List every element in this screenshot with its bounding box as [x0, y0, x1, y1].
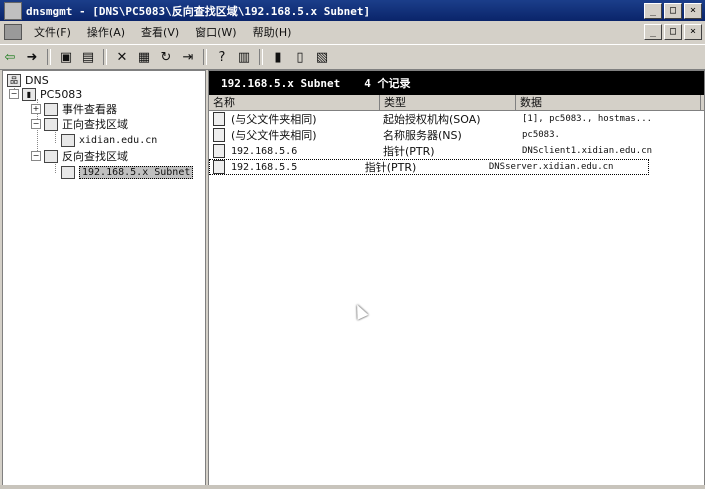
tree-label: 正向查找区域 [62, 118, 128, 131]
collapse-icon[interactable]: − [31, 119, 41, 129]
tree-item-reverse-zones[interactable]: − 反向查找区域 [31, 149, 128, 163]
column-headers: 名称 类型 数据 [209, 95, 704, 111]
record-type: 指针(PTR) [383, 145, 435, 158]
tree-label: DNS [25, 73, 49, 87]
mdi-close-button[interactable]: × [684, 24, 702, 40]
forward-icon[interactable]: ➜ [22, 48, 42, 66]
record-icon [213, 112, 225, 126]
show-tree-icon[interactable]: ▤ [78, 48, 98, 66]
expand-icon[interactable]: + [31, 104, 41, 114]
record-data: DNSclient1.xidian.edu.cn [522, 146, 653, 156]
record-data: pc5083. [522, 130, 560, 140]
back-icon[interactable]: ⇦ [0, 48, 20, 66]
view-icon[interactable]: ▥ [234, 48, 254, 66]
toolbar-separator [259, 49, 263, 65]
mdi-minimize-button[interactable]: _ [644, 24, 662, 40]
tree-item-server[interactable]: − ▮ PC5083 [9, 87, 82, 101]
menu-action[interactable]: 操作(A) [79, 24, 133, 40]
record-name: 192.168.5.6 [231, 145, 298, 157]
table-row[interactable]: (与父文件夹相同) 起始授权机构(SOA) [1], pc5083., host… [209, 111, 704, 127]
collapse-icon[interactable]: − [31, 151, 41, 161]
folder-icon [44, 149, 58, 163]
toolbar-separator [103, 49, 107, 65]
dns-root-icon: 品 [7, 73, 21, 87]
new-record3-icon[interactable]: ▧ [312, 48, 332, 66]
folder-icon [44, 102, 58, 116]
status-bar [0, 485, 705, 489]
tree-item-subnet-zone[interactable]: 192.168.5.x Subnet [61, 165, 194, 179]
details-pane[interactable]: 192.168.5.x Subnet 4 个记录 名称 类型 数据 (与父文件夹… [208, 70, 705, 486]
tree-label: PC5083 [40, 87, 83, 101]
tree-item-xidian-zone[interactable]: xidian.edu.cn [61, 133, 157, 147]
record-count: 4 个记录 [364, 77, 411, 90]
column-data[interactable]: 数据 [516, 95, 701, 110]
table-row[interactable]: 192.168.5.5 指针(PTR) DNSserver.xidian.edu… [209, 159, 649, 175]
menu-help[interactable]: 帮助(H) [245, 24, 300, 40]
delete-icon[interactable]: ✕ [112, 48, 132, 66]
record-name: (与父文件夹相同) [231, 113, 317, 126]
zone-icon [61, 133, 75, 147]
tree-item-dns[interactable]: 品 DNS [7, 73, 49, 87]
tree-label: 192.168.5.x Subnet [79, 165, 194, 179]
zone-title: 192.168.5.x Subnet [221, 76, 341, 90]
toolbar-separator [47, 49, 51, 65]
tree-label: xidian.edu.cn [79, 134, 158, 146]
new-record2-icon[interactable]: ▯ [290, 48, 310, 66]
mdi-restore-button[interactable]: □ [664, 24, 682, 40]
record-type: 指针(PTR) [364, 161, 417, 174]
toolbar: ⇦ ➜ ▣ ▤ ✕ ▦ ↻ ⇥ ? ▥ ▮ ▯ ▧ [0, 44, 705, 70]
new-record-icon[interactable]: ▮ [268, 48, 288, 66]
record-name: 192.168.5.5 [231, 161, 298, 173]
console-menu-icon[interactable] [4, 23, 22, 40]
title-bar: dnsmgmt - [DNS\PC5083\反向查找区域\192.168.5.x… [0, 0, 705, 21]
toolbar-separator [203, 49, 207, 65]
menu-view[interactable]: 查看(V) [133, 24, 187, 40]
export-icon[interactable]: ⇥ [178, 48, 198, 66]
table-row[interactable]: 192.168.5.6 指针(PTR) DNSclient1.xidian.ed… [209, 143, 704, 159]
collapse-icon[interactable]: − [9, 89, 19, 99]
column-type[interactable]: 类型 [380, 95, 516, 110]
menu-window[interactable]: 窗口(W) [187, 24, 244, 40]
up-icon[interactable]: ▣ [56, 48, 76, 66]
table-row[interactable]: (与父文件夹相同) 名称服务器(NS) pc5083. [209, 127, 704, 143]
help-icon[interactable]: ? [212, 48, 232, 66]
refresh-icon[interactable]: ↻ [156, 48, 176, 66]
details-header: 192.168.5.x Subnet 4 个记录 [209, 71, 704, 95]
properties-icon[interactable]: ▦ [134, 48, 154, 66]
close-button[interactable]: × [684, 3, 702, 19]
record-data: DNSserver.xidian.edu.cn [488, 162, 614, 172]
folder-icon [44, 117, 58, 131]
tree-label: 事件查看器 [62, 103, 117, 116]
tree-item-event-viewer[interactable]: + 事件查看器 [31, 102, 117, 116]
record-icon [213, 144, 225, 158]
tree-item-forward-zones[interactable]: − 正向查找区域 [31, 117, 128, 131]
window-controls: _ □ × [644, 3, 702, 19]
menu-bar: 文件(F) 操作(A) 查看(V) 窗口(W) 帮助(H) [0, 21, 705, 42]
record-type: 起始授权机构(SOA) [383, 113, 481, 126]
record-data: [1], pc5083., hostmas... [522, 114, 653, 124]
menu-file[interactable]: 文件(F) [26, 24, 79, 40]
server-icon: ▮ [22, 87, 36, 101]
record-icon [213, 128, 225, 142]
record-icon [213, 160, 225, 174]
tree-pane[interactable]: 品 DNS − ▮ PC5083 + 事件查看器 − 正向查找区域 xidian… [2, 70, 206, 486]
zone-icon [61, 165, 75, 179]
app-icon [4, 1, 22, 20]
window-title: dnsmgmt - [DNS\PC5083\反向查找区域\192.168.5.x… [26, 4, 371, 18]
mdi-controls: _ □ × [644, 24, 702, 40]
maximize-button[interactable]: □ [664, 3, 682, 19]
minimize-button[interactable]: _ [644, 3, 662, 19]
tree-label: 反向查找区域 [62, 150, 128, 163]
record-name: (与父文件夹相同) [231, 129, 317, 142]
record-type: 名称服务器(NS) [383, 129, 462, 142]
column-name[interactable]: 名称 [209, 95, 380, 110]
